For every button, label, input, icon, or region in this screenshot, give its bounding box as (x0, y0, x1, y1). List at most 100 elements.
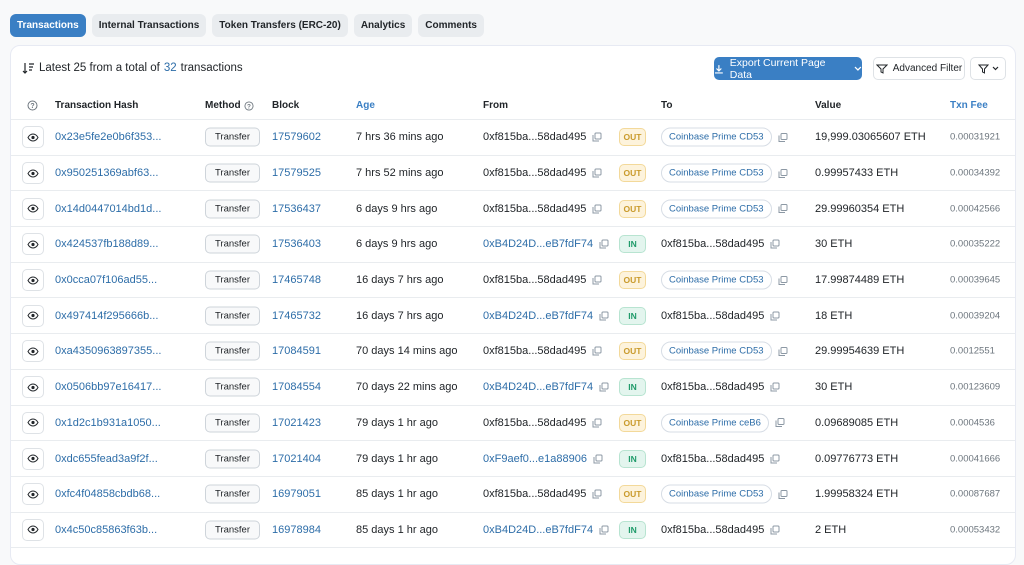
copy-icon[interactable] (592, 489, 602, 499)
copy-icon[interactable] (778, 168, 788, 178)
to-address-tag[interactable]: Coinbase Prime CD53 (661, 270, 772, 290)
from-address-text[interactable]: 0xB4D24D...eB7fdF74 (483, 310, 593, 322)
block-link[interactable]: 16979051 (272, 488, 321, 500)
sort-icon[interactable] (22, 62, 35, 74)
tx-hash-link[interactable]: 0x1d2c1b931a1050... (55, 417, 161, 429)
tab-analytics[interactable]: Analytics (353, 14, 413, 37)
copy-icon[interactable] (778, 204, 788, 214)
copy-icon[interactable] (599, 311, 609, 321)
tx-hash-link[interactable]: 0x14d0447014bd1d... (55, 203, 161, 215)
table-row: 0x1d2c1b931a1050... Transfer 17021423 79 da… (11, 406, 1015, 442)
view-details-button[interactable] (22, 126, 44, 149)
tx-hash-link[interactable]: 0x497414f295666b... (55, 310, 158, 322)
view-details-button[interactable] (22, 447, 44, 470)
view-details-button[interactable] (22, 376, 44, 399)
summary-count[interactable]: 32 (164, 62, 177, 74)
from-address-text: 0xf815ba...58dad495 (483, 488, 587, 501)
eye-icon (27, 383, 39, 392)
column-block: Block (272, 100, 300, 111)
block-link[interactable]: 17021404 (272, 453, 321, 465)
column-info-icon[interactable]: ? (27, 100, 38, 111)
view-details-button[interactable] (22, 197, 44, 220)
copy-icon[interactable] (593, 454, 603, 464)
view-details-button[interactable] (22, 483, 44, 506)
to-address-tag[interactable]: Coinbase Prime CD53 (661, 163, 772, 183)
tab-internal-transactions[interactable]: Internal Transactions (91, 14, 207, 37)
block-link[interactable]: 17536403 (272, 238, 321, 250)
copy-icon[interactable] (592, 418, 602, 428)
to-address-tag[interactable]: Coinbase Prime CD53 (661, 127, 772, 147)
copy-icon[interactable] (599, 382, 609, 392)
tx-hash-link[interactable]: 0x23e5fe2e0b6f353... (55, 131, 161, 143)
from-address-text[interactable]: 0xF9aef0...e1a88906 (483, 453, 587, 465)
view-details-button[interactable] (22, 233, 44, 256)
copy-icon[interactable] (592, 346, 602, 356)
advanced-filter-button[interactable]: Advanced Filter (873, 57, 965, 80)
tx-hash-link[interactable]: 0x424537fb188d89... (55, 238, 158, 250)
copy-icon[interactable] (599, 525, 609, 535)
to-address-tag[interactable]: Coinbase Prime ceB6 (661, 413, 769, 433)
copy-icon[interactable] (770, 239, 780, 249)
copy-icon[interactable] (770, 525, 780, 535)
tx-hash-link[interactable]: 0x950251369abf63... (55, 167, 158, 179)
block-link[interactable]: 17465732 (272, 310, 321, 322)
copy-icon[interactable] (592, 168, 602, 178)
copy-icon[interactable] (592, 275, 602, 285)
copy-icon[interactable] (778, 132, 788, 142)
tx-age: 70 days 14 mins ago (356, 345, 458, 358)
block-link[interactable]: 17021423 (272, 417, 321, 429)
tab-token-transfers[interactable]: Token Transfers (ERC-20) (212, 14, 348, 37)
eye-icon (27, 347, 39, 356)
table-row: 0xfc4f04858cbdb68... Transfer 16979051 85 d… (11, 477, 1015, 513)
column-fee[interactable]: Txn Fee (950, 100, 988, 111)
copy-icon[interactable] (775, 418, 785, 428)
method-badge: Transfer (205, 199, 260, 219)
direction-badge: OUT (619, 199, 646, 218)
copy-icon[interactable] (599, 239, 609, 249)
block-link[interactable]: 17579602 (272, 131, 321, 143)
tx-hash-link[interactable]: 0x0506bb97e16417... (55, 381, 161, 393)
tx-hash-link[interactable]: 0xfc4f04858cbdb68... (55, 488, 160, 500)
view-details-button[interactable] (22, 304, 44, 327)
copy-icon[interactable] (770, 382, 780, 392)
direction-badge: IN (619, 449, 646, 468)
copy-icon[interactable] (778, 489, 788, 499)
view-details-button[interactable] (22, 518, 44, 541)
view-details-button[interactable] (22, 340, 44, 363)
copy-icon[interactable] (778, 346, 788, 356)
from-address-text[interactable]: 0xB4D24D...eB7fdF74 (483, 524, 593, 536)
view-details-button[interactable] (22, 162, 44, 185)
column-age[interactable]: Age (356, 100, 375, 111)
copy-icon[interactable] (778, 275, 788, 285)
block-link[interactable]: 17579525 (272, 167, 321, 179)
block-link[interactable]: 17536437 (272, 203, 321, 215)
to-address: Coinbase Prime CD53 (661, 127, 788, 147)
from-address-text[interactable]: 0xB4D24D...eB7fdF74 (483, 238, 593, 250)
tx-hash-link[interactable]: 0xdc655fead3a9f2f... (55, 453, 158, 465)
copy-icon[interactable] (592, 204, 602, 214)
from-address: 0xB4D24D...eB7fdF74 (483, 310, 609, 322)
block-link[interactable]: 16978984 (272, 524, 321, 536)
copy-icon[interactable] (592, 132, 602, 142)
copy-icon[interactable] (770, 454, 780, 464)
filter-dropdown-button[interactable] (970, 57, 1006, 80)
export-button[interactable]: Export Current Page Data (714, 57, 862, 81)
view-details-button[interactable] (22, 411, 44, 434)
to-address: Coinbase Prime CD53 (661, 341, 788, 361)
to-address-tag[interactable]: Coinbase Prime CD53 (661, 341, 772, 361)
tab-comments[interactable]: Comments (418, 14, 484, 37)
copy-icon[interactable] (770, 311, 780, 321)
to-address-tag[interactable]: Coinbase Prime CD53 (661, 484, 772, 504)
from-address: 0xf815ba...58dad495 (483, 167, 602, 179)
from-address-text[interactable]: 0xB4D24D...eB7fdF74 (483, 381, 593, 393)
block-link[interactable]: 17084554 (272, 381, 321, 393)
view-details-button[interactable] (22, 269, 44, 292)
tab-transactions[interactable]: Transactions (10, 14, 86, 37)
tx-hash-link[interactable]: 0xa4350963897355... (55, 345, 161, 357)
help-circle-icon[interactable]: ? (244, 100, 254, 111)
tx-hash-link[interactable]: 0x0cca07f106ad55... (55, 274, 157, 286)
tx-hash-link[interactable]: 0x4c50c85863f63b... (55, 524, 157, 536)
block-link[interactable]: 17465748 (272, 274, 321, 286)
block-link[interactable]: 17084591 (272, 345, 321, 357)
to-address-tag[interactable]: Coinbase Prime CD53 (661, 199, 772, 219)
